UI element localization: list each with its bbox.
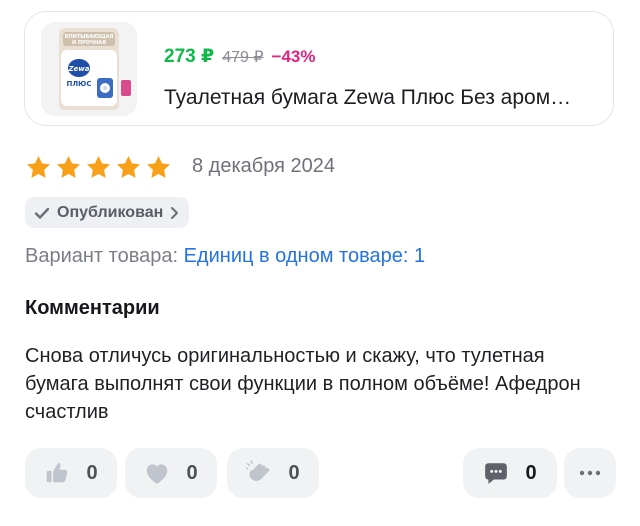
variant-value[interactable]: Единиц в одном товаре: 1 (184, 245, 425, 267)
product-variant: Вариант товара: Единиц в одном товаре: 1 (25, 245, 425, 268)
chevron-right-icon (171, 206, 179, 219)
review-date: 8 декабря 2024 (192, 155, 336, 177)
svg-text:ПЛЮС: ПЛЮС (66, 80, 91, 88)
star-icon (117, 156, 140, 178)
rating-stars (25, 154, 172, 181)
price-row: 273 ₽ 479 ₽ −43% (164, 45, 315, 68)
comment-text: Снова отличусь оригинальностью и скажу, … (25, 345, 581, 423)
product-image: ВПИТЫВАЮЩАЯ И ПРОЧНАЯ Zewa ПЛЮС (41, 22, 137, 116)
heart-count: 0 (186, 461, 198, 484)
heart-button[interactable]: 0 (125, 448, 217, 498)
like-button[interactable]: 0 (25, 448, 117, 498)
current-price: 273 ₽ (164, 46, 215, 67)
old-price: 479 ₽ (222, 49, 264, 66)
star-icon (87, 156, 110, 178)
more-button[interactable] (564, 448, 616, 498)
clap-button[interactable]: 0 (227, 448, 319, 498)
status-label: Опубликован (57, 203, 164, 221)
clap-count: 0 (288, 461, 300, 484)
thumbs-up-icon (47, 463, 68, 483)
star-icon (27, 156, 50, 178)
star-icon (147, 156, 170, 178)
status-badge[interactable]: Опубликован (25, 197, 190, 228)
more-icon (579, 470, 601, 476)
like-count: 0 (86, 461, 98, 484)
comment-icon (485, 463, 508, 484)
product-card[interactable]: ВПИТЫВАЮЩАЯ И ПРОЧНАЯ Zewa ПЛЮС 273 ₽ 47… (24, 11, 614, 126)
discount-badge: −43% (271, 47, 316, 66)
comments-count: 0 (525, 461, 537, 484)
clap-icon (246, 460, 270, 481)
svg-text:И ПРОЧНАЯ: И ПРОЧНАЯ (72, 40, 106, 46)
review-card: ВПИТЫВАЮЩАЯ И ПРОЧНАЯ Zewa ПЛЮС 273 ₽ 47… (0, 0, 640, 526)
product-title[interactable]: Туалетная бумага Zewa Плюс Без аром… (164, 86, 604, 110)
star-icon (57, 156, 80, 178)
heart-icon (147, 464, 168, 484)
comments-button[interactable]: 0 (463, 448, 557, 498)
comments-heading: Комментарии (25, 297, 160, 319)
svg-text:Zewa: Zewa (67, 65, 89, 73)
variant-label: Вариант товара: (25, 245, 179, 267)
check-icon (34, 207, 50, 219)
